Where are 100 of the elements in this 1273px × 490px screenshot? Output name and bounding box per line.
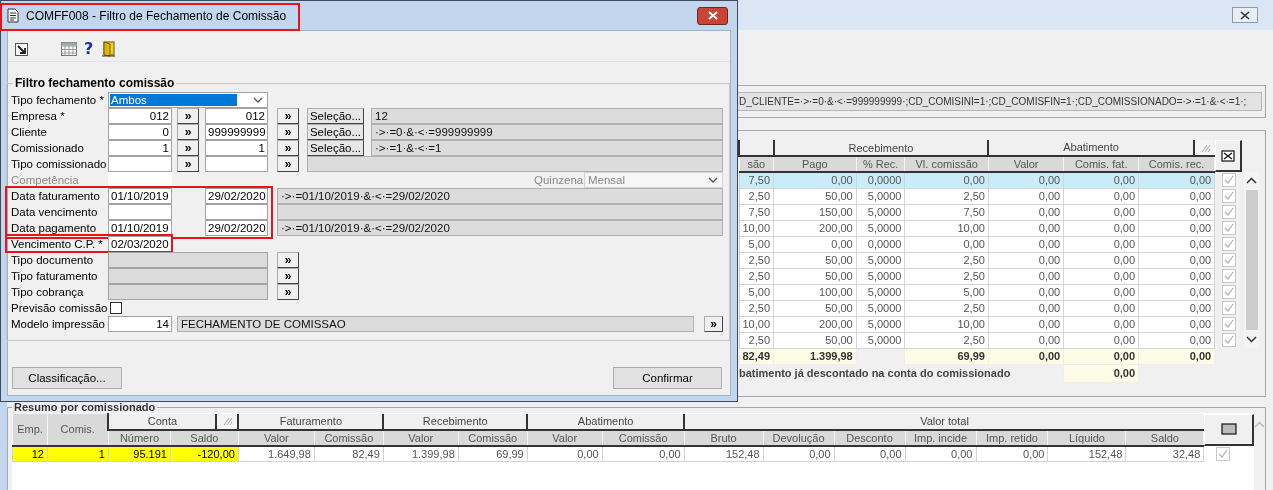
table-row[interactable]: 10,00 200,00 5,0000 10,00 0,00 0,00 0,00 <box>739 220 1243 236</box>
readonly-field: 12 <box>371 108 723 124</box>
select-all-button[interactable] <box>1215 140 1243 172</box>
text-field[interactable]: 012 <box>205 108 268 124</box>
text-field[interactable]: 1 <box>205 140 268 156</box>
text-field[interactable] <box>205 156 268 172</box>
field-label: Tipo faturamento <box>11 269 99 284</box>
field-label: Empresa * <box>11 109 66 124</box>
text-field[interactable] <box>108 268 268 284</box>
field-label: Tipo cobrança <box>11 285 85 300</box>
selection-button[interactable]: Seleção... <box>307 108 364 124</box>
selection-button[interactable]: Seleção... <box>307 140 364 156</box>
more-button[interactable]: » <box>177 124 199 140</box>
field-label: Comissionado <box>11 141 85 156</box>
field-label: Cliente <box>11 125 48 140</box>
close-button[interactable] <box>697 6 728 25</box>
more-button[interactable]: » <box>704 316 723 332</box>
readonly-field: ·>·=1·&·<·=1 <box>371 140 723 156</box>
more-button[interactable]: » <box>277 156 299 172</box>
hatch-icon[interactable] <box>221 416 234 426</box>
chevron-down-icon[interactable] <box>1246 336 1258 343</box>
document-icon <box>7 8 19 23</box>
readonly-field: ·>·=0·&·<·=999999999 <box>371 124 723 140</box>
column-group-header: Valor total <box>684 413 1204 430</box>
more-button[interactable]: » <box>277 124 299 140</box>
table-row[interactable]: 5,00 0,00 0,0000 0,00 0,00 0,00 0,00 <box>739 236 1243 252</box>
field-label: Competência <box>11 173 80 188</box>
column-group-header: Recebimento <box>773 140 989 156</box>
field-label: Tipo comissionado <box>11 157 108 172</box>
table-row[interactable]: 10,00 200,00 5,0000 10,00 0,00 0,00 0,00 <box>739 316 1243 332</box>
readonly-field: FECHAMENTO DE COMISSAO <box>177 316 694 332</box>
more-button[interactable]: » <box>277 252 299 268</box>
note-text: batimento já descontado na conta do comissionado <box>739 367 1011 380</box>
field-label: Data faturamento <box>11 189 101 204</box>
more-button[interactable]: » <box>277 108 299 124</box>
table-row[interactable]: 2,50 50,00 5,0000 2,50 0,00 0,00 0,00 <box>739 332 1243 348</box>
text-field[interactable] <box>108 252 268 268</box>
text-field[interactable]: 0 <box>108 124 172 140</box>
table-row[interactable]: 2,50 50,00 5,0000 2,50 0,00 0,00 0,00 <box>739 300 1243 316</box>
table-row[interactable]: 7,50 150,00 5,0000 7,50 0,00 0,00 0,00 <box>739 204 1243 220</box>
text-field[interactable]: 999999999 <box>205 124 268 140</box>
grid-icon[interactable] <box>61 42 77 56</box>
text-field[interactable] <box>108 156 172 172</box>
text-field[interactable]: 1 <box>108 140 172 156</box>
square-icon <box>1220 423 1237 435</box>
close-icon <box>707 11 718 20</box>
field-label: Data pagamento <box>11 221 98 236</box>
field-label: Quinzena <box>534 173 584 188</box>
panel-title: Resumo por comissionado <box>13 402 157 413</box>
selection-button[interactable]: Seleção... <box>307 124 364 140</box>
text-field[interactable]: 01/10/2019 <box>108 188 172 204</box>
door-icon[interactable] <box>102 41 117 57</box>
text-field[interactable] <box>108 284 268 300</box>
text-field[interactable]: 012 <box>108 108 172 124</box>
more-button[interactable]: » <box>277 268 299 284</box>
column-group-header: Faturamento <box>238 413 384 430</box>
chevron-down-icon <box>708 177 718 183</box>
dropdown[interactable]: Ambos <box>108 92 268 108</box>
more-button[interactable]: » <box>277 284 299 300</box>
help-button[interactable]: ? <box>84 41 94 57</box>
chevron-up-icon[interactable] <box>1246 177 1258 184</box>
table-row[interactable]: 2,50 50,00 5,0000 2,50 0,00 0,00 0,00 <box>739 188 1243 204</box>
table-row[interactable]: 2,50 50,00 5,0000 2,50 0,00 0,00 0,00 <box>739 252 1243 268</box>
text-field[interactable]: 14 <box>108 316 172 332</box>
checkbox[interactable] <box>110 302 122 314</box>
column-header[interactable]: Emp. <box>12 413 48 446</box>
scrollbar-thumb[interactable] <box>1245 190 1258 330</box>
dialog-button[interactable]: Classificação... <box>12 367 122 389</box>
field-label: Tipo fechamento * <box>11 93 105 108</box>
table-row[interactable]: 5,00 100,00 5,0000 5,00 0,00 0,00 0,00 <box>739 284 1243 300</box>
more-button[interactable]: » <box>277 140 299 156</box>
more-button[interactable]: » <box>177 156 199 172</box>
table-row[interactable]: 2,50 50,00 5,0000 2,50 0,00 0,00 0,00 <box>739 268 1243 284</box>
column-group-header: Abatimento <box>527 413 685 430</box>
field-label: Data vencimento <box>11 205 99 220</box>
dialog-button[interactable]: Confirmar <box>613 367 722 389</box>
field-label: Previsão comissão <box>11 301 108 316</box>
text-field[interactable] <box>205 204 268 220</box>
field-label: Tipo documento <box>11 253 95 268</box>
arrow-box-icon[interactable] <box>15 42 28 56</box>
readonly-field: ·>·=01/10/2019·&·<·=29/02/2020 <box>277 220 723 236</box>
field-label: Modelo impressão <box>11 317 106 332</box>
field-label: Vencimento C.P. * <box>11 237 104 252</box>
close-icon <box>1240 10 1250 20</box>
more-button[interactable]: » <box>177 108 199 124</box>
text-field[interactable]: 29/02/2020 <box>205 220 268 236</box>
group-label: Conta <box>146 413 179 429</box>
table-row[interactable]: 7,50 0,00 0,0000 0,00 0,00 0,00 0,00 <box>739 172 1243 188</box>
toggle-button[interactable] <box>1204 413 1254 446</box>
crossed-box-icon <box>1221 149 1236 162</box>
text-field[interactable]: 29/02/2020 <box>205 188 268 204</box>
text-field[interactable]: 02/03/2020 <box>108 236 172 252</box>
chevron-down-icon <box>253 97 263 103</box>
more-button[interactable]: » <box>177 140 199 156</box>
column-header[interactable]: Comis. <box>47 413 109 446</box>
window-title: COMFF008 - Filtro de Fechamento de Comissão <box>26 8 287 23</box>
column-group-header: Recebimento <box>383 413 528 430</box>
text-field[interactable] <box>108 204 172 220</box>
scrollbar[interactable] <box>1244 172 1259 348</box>
close-button[interactable] <box>1232 7 1258 23</box>
